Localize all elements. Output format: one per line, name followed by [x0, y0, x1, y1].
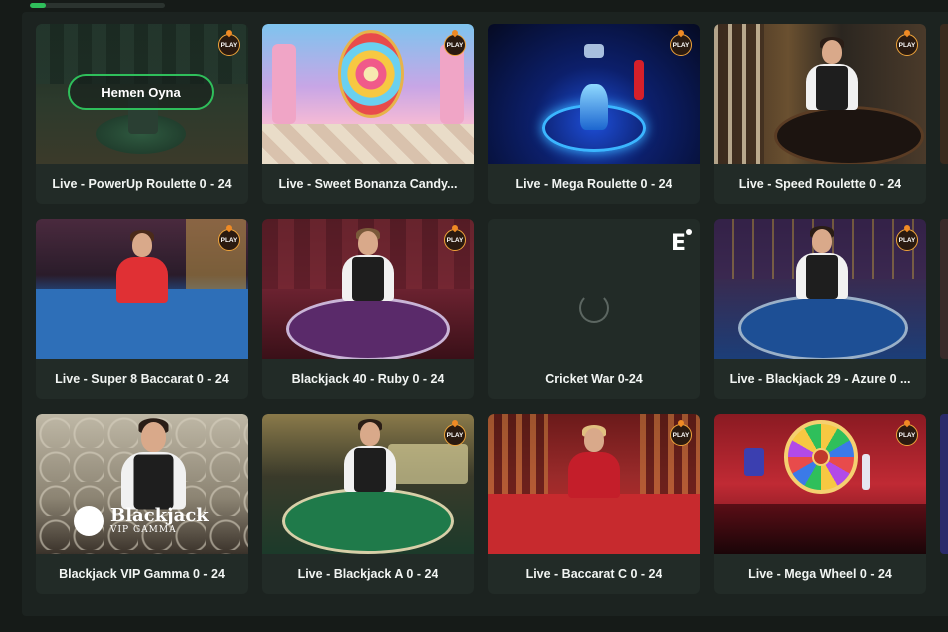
next-card-peek[interactable]	[940, 219, 948, 359]
game-card-sweet-bonanza-candyland[interactable]: PLAY Live - Sweet Bonanza Candy...	[262, 24, 474, 204]
pragmatic-play-badge: PLAY	[896, 34, 918, 56]
game-lobby: Hemen Oyna PLAY Live - PowerUp Roulette …	[0, 0, 948, 632]
dealer-figure	[112, 230, 172, 303]
game-thumbnail	[714, 219, 926, 359]
game-thumbnail: Hemen Oyna	[36, 24, 248, 164]
game-card-mega-roulette[interactable]: PLAY Live - Mega Roulette 0 - 24	[488, 24, 700, 204]
game-card-mega-wheel[interactable]: PLAY Live - Mega Wheel 0 - 24	[714, 414, 926, 594]
game-title-text: Live - Mega Wheel 0 - 24	[748, 567, 892, 581]
game-card-blackjack-a[interactable]: PLAY Live - Blackjack A 0 - 24	[262, 414, 474, 594]
game-thumbnail: Blackjack VIP GAMMA	[36, 414, 248, 554]
game-title-text: Live - Baccarat C 0 - 24	[525, 567, 663, 581]
game-card-blackjack-vip-gamma[interactable]: Blackjack VIP GAMMA Blackjack VIP Gamma …	[36, 414, 248, 594]
logo-title: Blackjack	[110, 505, 209, 526]
dealer-figure	[802, 37, 862, 110]
game-title: Live - Blackjack A 0 - 24	[262, 554, 474, 594]
game-title-text: Live - Blackjack 29 - Azure 0 ...	[729, 372, 911, 386]
game-card-super-8-baccarat[interactable]: PLAY Live - Super 8 Baccarat 0 - 24	[36, 219, 248, 399]
game-title: Live - Baccarat C 0 - 24	[488, 554, 700, 594]
game-title: Cricket War 0-24	[488, 359, 700, 399]
blackjack-vip-gamma-logo: Blackjack VIP GAMMA	[74, 506, 209, 536]
game-title-text: Live - Sweet Bonanza Candy...	[278, 177, 458, 191]
loading-spinner-icon	[579, 293, 609, 323]
game-title-text: Live - Mega Roulette 0 - 24	[515, 177, 673, 191]
game-title-text: Blackjack VIP Gamma 0 - 24	[59, 567, 225, 581]
dealer-figure	[116, 418, 191, 510]
dealer-figure	[564, 425, 624, 498]
provider-logo-icon: E	[670, 229, 693, 256]
game-thumbnail	[714, 24, 926, 164]
game-title: Blackjack 40 - Ruby 0 - 24	[262, 359, 474, 399]
game-title-text: Blackjack 40 - Ruby 0 - 24	[291, 372, 445, 386]
pragmatic-play-badge: PLAY	[218, 34, 240, 56]
pragmatic-play-badge: PLAY	[444, 229, 466, 251]
dealer-figure	[340, 419, 400, 492]
game-title-text: Cricket War 0-24	[545, 372, 643, 386]
game-card-speed-roulette[interactable]: PLAY Live - Speed Roulette 0 - 24	[714, 24, 926, 204]
dealer-figure	[792, 226, 852, 299]
game-card-baccarat-c[interactable]: PLAY Live - Baccarat C 0 - 24	[488, 414, 700, 594]
logo-subtitle: VIP GAMMA	[110, 525, 177, 535]
game-thumbnail	[488, 24, 700, 164]
game-card-cricket-war[interactable]: E Cricket War 0-24	[488, 219, 700, 399]
game-thumbnail	[262, 414, 474, 554]
pragmatic-play-badge: PLAY	[670, 424, 692, 446]
game-title-text: Live - PowerUp Roulette 0 - 24	[52, 177, 232, 191]
game-title: Live - Mega Roulette 0 - 24	[488, 164, 700, 204]
dealer-figure	[338, 228, 398, 301]
game-card-blackjack-40-ruby[interactable]: PLAY Blackjack 40 - Ruby 0 - 24	[262, 219, 474, 399]
game-title: Live - Blackjack 29 - Azure 0 ...	[714, 359, 926, 399]
game-thumbnail	[714, 414, 926, 554]
next-card-peek[interactable]	[940, 24, 948, 164]
game-card-powerup-roulette[interactable]: Hemen Oyna PLAY Live - PowerUp Roulette …	[36, 24, 248, 204]
pragmatic-play-badge: PLAY	[444, 34, 466, 56]
game-card-blackjack-29-azure[interactable]: PLAY Live - Blackjack 29 - Azure 0 ...	[714, 219, 926, 399]
game-thumbnail	[262, 24, 474, 164]
game-title: Live - Speed Roulette 0 - 24	[714, 164, 926, 204]
pragmatic-play-badge: PLAY	[218, 229, 240, 251]
game-thumbnail	[488, 414, 700, 554]
game-title-text: Live - Speed Roulette 0 - 24	[738, 177, 902, 191]
play-now-button[interactable]: Hemen Oyna	[68, 74, 214, 110]
pragmatic-play-badge: PLAY	[444, 424, 466, 446]
pragmatic-play-badge: PLAY	[896, 229, 918, 251]
game-thumbnail	[262, 219, 474, 359]
pragmatic-play-badge: PLAY	[896, 424, 918, 446]
game-title: Live - Mega Wheel 0 - 24	[714, 554, 926, 594]
pragmatic-play-badge: PLAY	[670, 34, 692, 56]
game-title-text: Live - Blackjack A 0 - 24	[297, 567, 439, 581]
scroll-progress-bar	[30, 3, 165, 8]
game-title: Blackjack VIP Gamma 0 - 24	[36, 554, 248, 594]
game-thumbnail	[36, 219, 248, 359]
game-title: Live - PowerUp Roulette 0 - 24	[36, 164, 248, 204]
game-thumbnail: E	[488, 219, 700, 359]
next-card-peek[interactable]	[940, 414, 948, 554]
game-title: Live - Sweet Bonanza Candy...	[262, 164, 474, 204]
game-title-text: Live - Super 8 Baccarat 0 - 24	[55, 372, 229, 386]
game-title: Live - Super 8 Baccarat 0 - 24	[36, 359, 248, 399]
scroll-progress-fill	[30, 3, 47, 8]
